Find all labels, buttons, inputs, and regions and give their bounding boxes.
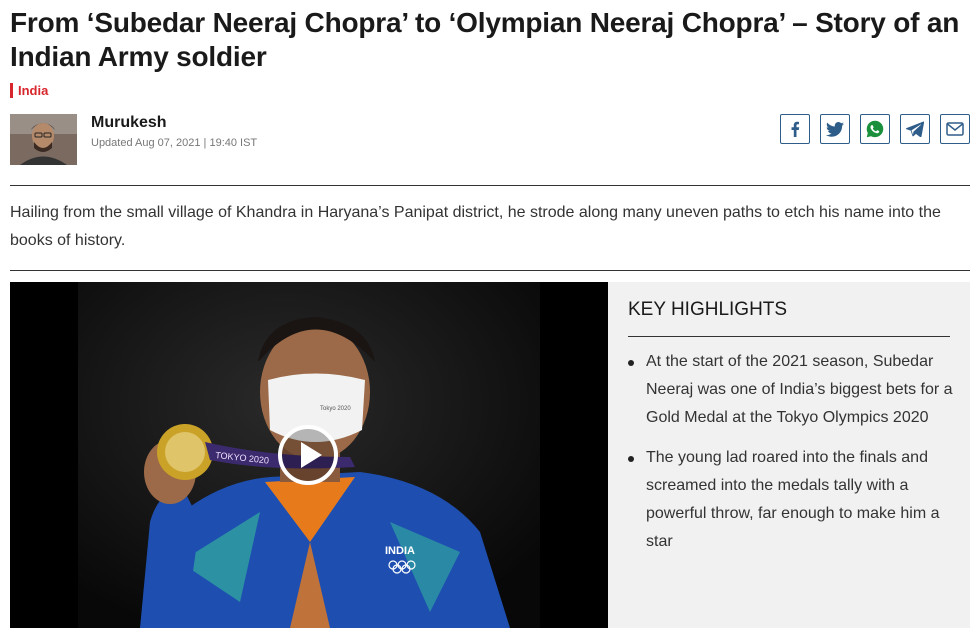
whatsapp-icon [866, 120, 884, 138]
article-headline: From ‘Subedar Neeraj Chopra’ to ‘Olympia… [10, 7, 960, 72]
highlight-text: The young lad roared into the finals and… [646, 449, 940, 550]
email-icon [946, 122, 964, 136]
email-share-button[interactable] [940, 114, 970, 144]
author-name[interactable]: Murukesh [91, 114, 167, 132]
list-item: At the start of the 2021 season, Subedar… [628, 348, 953, 432]
key-highlights-panel: KEY HIGHLIGHTS At the start of the 2021 … [608, 282, 970, 628]
author-avatar[interactable] [10, 114, 77, 165]
facebook-icon [791, 121, 800, 137]
share-bar [780, 114, 970, 144]
jacket-text: INDIA [385, 545, 415, 557]
facebook-share-button[interactable] [780, 114, 810, 144]
divider-top [10, 185, 970, 186]
play-icon[interactable] [276, 423, 340, 487]
mask-text: Tokyo 2020 [320, 406, 351, 412]
telegram-icon [906, 121, 924, 137]
key-highlights-list: At the start of the 2021 season, Subedar… [628, 348, 953, 568]
highlight-text: At the start of the 2021 season, Subedar… [646, 353, 953, 426]
article-summary: Hailing from the small village of Khandr… [10, 204, 941, 249]
list-item: The young lad roared into the finals and… [628, 444, 953, 556]
key-highlights-title: KEY HIGHLIGHTS [628, 299, 788, 320]
twitter-share-button[interactable] [820, 114, 850, 144]
key-highlights-divider [628, 336, 950, 337]
divider-bottom [10, 270, 970, 271]
bullet-icon [628, 360, 634, 366]
video-player[interactable]: Tokyo 2020 TOKYO 2020 INDIA [10, 282, 608, 628]
category-tag[interactable]: India [10, 83, 48, 98]
twitter-icon [826, 121, 844, 137]
telegram-share-button[interactable] [900, 114, 930, 144]
bullet-icon [628, 456, 634, 462]
whatsapp-share-button[interactable] [860, 114, 890, 144]
author-row: Murukesh Updated Aug 07, 2021 | 19:40 IS… [10, 114, 970, 166]
updated-timestamp: Updated Aug 07, 2021 | 19:40 IST [91, 137, 258, 149]
